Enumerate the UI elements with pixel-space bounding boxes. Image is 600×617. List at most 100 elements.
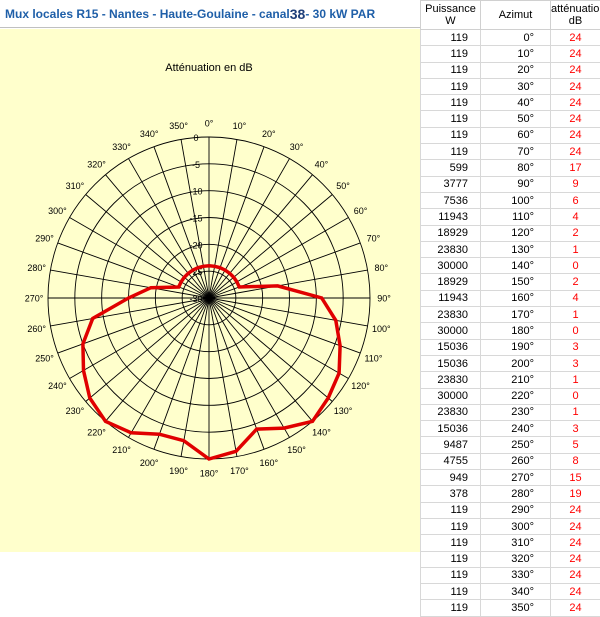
power-cell: 119 [421, 46, 481, 62]
angle-label: 160° [260, 458, 279, 468]
power-cell: 119 [421, 518, 481, 534]
azimuth-cell: 330° [481, 567, 551, 583]
radial-tick-label: -10 [189, 187, 202, 197]
azimuth-cell: 10° [481, 46, 551, 62]
azimuth-cell: 110° [481, 209, 551, 225]
angle-label: 250° [35, 353, 54, 363]
angle-label: 290° [35, 234, 54, 244]
attenuation-cell: 3 [551, 355, 600, 371]
table-row: 11910°24 [421, 46, 600, 62]
table-row: 11940°24 [421, 95, 600, 111]
azimuth-cell: 120° [481, 225, 551, 241]
angle-label: 210° [112, 445, 131, 455]
header-attenuation: atténuation dB [551, 1, 600, 30]
angle-label: 60° [354, 206, 368, 216]
azimuth-cell: 220° [481, 388, 551, 404]
attenuation-cell: 24 [551, 600, 600, 616]
attenuation-cell: 24 [551, 584, 600, 600]
azimuth-cell: 80° [481, 160, 551, 176]
angle-label: 140° [312, 428, 331, 438]
azimuth-cell: 290° [481, 502, 551, 518]
azimuth-cell: 320° [481, 551, 551, 567]
power-cell: 23830 [421, 241, 481, 257]
attenuation-cell: 24 [551, 30, 600, 46]
azimuth-cell: 70° [481, 144, 551, 160]
power-cell: 30000 [421, 258, 481, 274]
azimuth-cell: 260° [481, 453, 551, 469]
azimuth-cell: 230° [481, 404, 551, 420]
table-row: 11970°24 [421, 144, 600, 160]
angle-label: 350° [169, 121, 188, 131]
power-cell: 9487 [421, 437, 481, 453]
power-cell: 119 [421, 144, 481, 160]
attenuation-cell: 0 [551, 388, 600, 404]
table-row: 23830170°1 [421, 307, 600, 323]
table-row: 1190°24 [421, 30, 600, 46]
power-cell: 119 [421, 78, 481, 94]
azimuth-cell: 270° [481, 470, 551, 486]
polar-chart-area: Atténuation en dB0-5-10-15-20-25-300°10°… [0, 29, 420, 552]
angle-label: 90° [377, 294, 391, 304]
table-row: 11920°24 [421, 62, 600, 78]
azimuth-cell: 50° [481, 111, 551, 127]
power-cell: 3777 [421, 176, 481, 192]
azimuth-cell: 190° [481, 339, 551, 355]
azimuth-cell: 140° [481, 258, 551, 274]
angle-label: 20° [262, 129, 276, 139]
attenuation-cell: 9 [551, 176, 600, 192]
azimuth-cell: 340° [481, 584, 551, 600]
angle-label: 300° [48, 206, 67, 216]
table-row: 119320°24 [421, 551, 600, 567]
angle-label: 0° [205, 119, 214, 129]
table-row: 9487250°5 [421, 437, 600, 453]
azimuth-cell: 180° [481, 323, 551, 339]
table-row: 119330°24 [421, 567, 600, 583]
chart-title-bar: Mux locales R15 - Nantes - Haute-Goulain… [0, 0, 420, 28]
angle-label: 260° [27, 324, 46, 334]
angle-label: 80° [375, 263, 389, 273]
attenuation-cell: 6 [551, 192, 600, 208]
azimuth-cell: 350° [481, 600, 551, 616]
angle-label: 10° [233, 121, 247, 131]
attenuation-cell: 17 [551, 160, 600, 176]
angle-label: 220° [87, 428, 106, 438]
power-cell: 119 [421, 567, 481, 583]
power-cell: 119 [421, 95, 481, 111]
table-row: 11943160°4 [421, 290, 600, 306]
table-row: 11950°24 [421, 111, 600, 127]
power-cell: 11943 [421, 209, 481, 225]
attenuation-cell: 24 [551, 127, 600, 143]
radial-tick-label: -5 [192, 160, 200, 170]
attenuation-cell: 24 [551, 535, 600, 551]
table-row: 119350°24 [421, 600, 600, 616]
azimuth-cell: 90° [481, 176, 551, 192]
table-row: 4755260°8 [421, 453, 600, 469]
angle-label: 340° [140, 129, 159, 139]
power-cell: 18929 [421, 274, 481, 290]
table-row: 18929120°2 [421, 225, 600, 241]
attenuation-cell: 5 [551, 437, 600, 453]
angle-label: 180° [200, 469, 219, 479]
angle-label: 190° [169, 466, 188, 476]
table-row: 119290°24 [421, 502, 600, 518]
attenuation-cell: 1 [551, 241, 600, 257]
table-row: 15036200°3 [421, 355, 600, 371]
attenuation-cell: 2 [551, 274, 600, 290]
azimuth-cell: 310° [481, 535, 551, 551]
table-row: 23830130°1 [421, 241, 600, 257]
title-prefix: Mux locales R15 - Nantes - Haute-Goulain… [5, 7, 290, 21]
attenuation-cell: 24 [551, 551, 600, 567]
attenuation-cell: 24 [551, 78, 600, 94]
angle-label: 50° [336, 181, 350, 191]
power-cell: 30000 [421, 388, 481, 404]
azimuth-cell: 0° [481, 30, 551, 46]
table-row: 30000220°0 [421, 388, 600, 404]
radial-tick-label: -20 [189, 240, 202, 250]
attenuation-cell: 24 [551, 111, 600, 127]
angle-label: 100° [372, 324, 391, 334]
power-cell: 119 [421, 127, 481, 143]
power-cell: 30000 [421, 323, 481, 339]
power-cell: 119 [421, 111, 481, 127]
power-cell: 7536 [421, 192, 481, 208]
power-cell: 15036 [421, 421, 481, 437]
